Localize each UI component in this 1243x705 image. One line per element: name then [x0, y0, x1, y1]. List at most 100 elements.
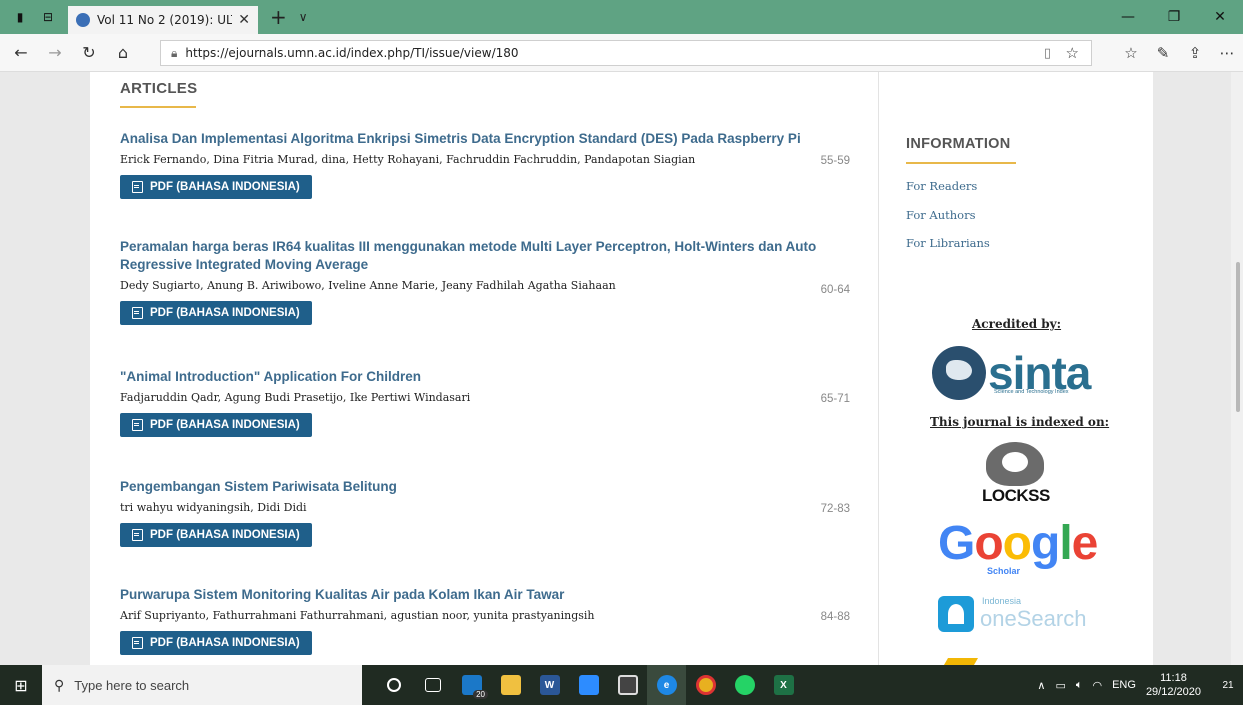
file-explorer-icon[interactable] — [491, 665, 530, 705]
back-icon[interactable]: ← — [8, 43, 34, 62]
article-title-link[interactable]: Peramalan harga beras IR64 kualitas III … — [120, 238, 850, 274]
browser-tab-strip: ▮ ⊟ Vol 11 No 2 (2019): ULT ✕ + ∨ — ❐ ✕ — [0, 0, 1243, 34]
taskbar-clock[interactable]: 11:18 29/12/2020 — [1146, 671, 1201, 699]
chrome-app-icon[interactable] — [686, 665, 725, 705]
close-window-icon[interactable]: ✕ — [1197, 0, 1243, 34]
link-for-librarians[interactable]: For Librarians — [906, 236, 990, 250]
mail-app-icon[interactable]: 20 — [452, 665, 491, 705]
refresh-icon[interactable]: ↻ — [76, 43, 102, 62]
battery-icon[interactable]: ▭ — [1055, 679, 1065, 692]
pdf-file-icon — [132, 307, 143, 319]
window-controls: — ❐ ✕ — [1105, 0, 1243, 34]
heading-underline — [120, 106, 196, 108]
article-authors: Fadjaruddin Qadr, Agung Budi Prasetijo, … — [120, 391, 471, 404]
pdf-download-button[interactable]: PDF (BAHASA INDONESIA) — [120, 413, 312, 437]
pdf-file-icon — [132, 419, 143, 431]
sinta-logo[interactable]: sinta Science and Technology Index — [932, 342, 1098, 404]
notification-center-icon[interactable]: 21 — [1213, 665, 1243, 705]
new-tab-icon[interactable]: + — [270, 5, 287, 29]
clock-date: 29/12/2020 — [1145, 686, 1201, 698]
address-bar[interactable]: 🔒︎ https://ejournals.umn.ac.id/index.php… — [160, 40, 1092, 66]
tab-title: Vol 11 No 2 (2019): ULT — [97, 13, 233, 27]
article-title-link[interactable]: "Animal Introduction" Application For Ch… — [120, 368, 850, 386]
mail-badge: 20 — [473, 690, 488, 699]
lockss-wordmark: LOCKSS — [982, 486, 1050, 505]
favorites-list-icon[interactable]: ☆ — [1115, 44, 1147, 62]
pdf-button-label: PDF (BAHASA INDONESIA) — [150, 181, 300, 193]
language-indicator[interactable]: ENG — [1112, 679, 1136, 691]
google-scholar-logo[interactable]: Google — [938, 518, 1098, 570]
pdf-button-label: PDF (BAHASA INDONESIA) — [150, 307, 300, 319]
indonesia-onesearch-logo[interactable]: Indonesia oneSearch — [938, 592, 1098, 642]
indexed-label: This journal is indexed on: — [930, 415, 1110, 429]
excel-app-icon[interactable]: X — [764, 665, 803, 705]
lockss-logo[interactable]: LOCKSS — [982, 442, 1050, 508]
site-favicon-icon — [76, 13, 90, 27]
word-app-icon[interactable]: W — [530, 665, 569, 705]
edge-browser-icon[interactable]: e — [647, 665, 686, 705]
information-heading: INFORMATION — [906, 136, 1011, 152]
page-viewport: ARTICLES Analisa Dan Implementasi Algori… — [0, 72, 1243, 665]
clock-time: 11:18 — [1160, 672, 1187, 684]
zoom-app-icon[interactable] — [569, 665, 608, 705]
cortana-icon[interactable] — [374, 665, 413, 705]
forward-icon[interactable]: → — [42, 43, 68, 62]
minimize-icon[interactable]: — — [1105, 0, 1151, 34]
link-for-readers[interactable]: For Readers — [906, 179, 977, 193]
close-tab-icon[interactable]: ✕ — [238, 12, 250, 28]
task-view-icon[interactable] — [413, 665, 452, 705]
next-logo-partial — [943, 658, 979, 665]
article-pages: 84-88 — [820, 611, 850, 623]
windows-start-icon[interactable]: ⊞ — [0, 665, 42, 705]
article-title-link[interactable]: Analisa Dan Implementasi Algoritma Enkri… — [120, 130, 850, 148]
pdf-button-label: PDF (BAHASA INDONESIA) — [150, 637, 300, 649]
tab-actions-icon[interactable]: ▮ — [12, 9, 28, 25]
onesearch-wordmark: oneSearch — [980, 606, 1087, 631]
search-placeholder: Type here to search — [74, 677, 190, 693]
taskbar-search-box[interactable]: ⚲ Type here to search — [42, 665, 362, 705]
volume-icon[interactable]: 🔈︎ — [1076, 679, 1083, 692]
page-content: ARTICLES Analisa Dan Implementasi Algori… — [90, 72, 1153, 665]
article-pages: 72-83 — [820, 503, 850, 515]
chevron-up-icon[interactable]: ∧ — [1037, 679, 1045, 692]
restore-icon[interactable]: ❐ — [1151, 0, 1197, 34]
pen-notes-icon[interactable]: ✎ — [1147, 44, 1179, 62]
pdf-button-label: PDF (BAHASA INDONESIA) — [150, 529, 300, 541]
link-for-authors[interactable]: For Authors — [906, 208, 976, 222]
reading-view-icon[interactable]: ▯ — [1044, 46, 1051, 61]
browser-tab-active[interactable]: Vol 11 No 2 (2019): ULT ✕ — [68, 6, 258, 34]
article-title-link[interactable]: Pengembangan Sistem Pariwisata Belitung — [120, 478, 850, 496]
chevron-down-icon[interactable]: ∨ — [299, 10, 308, 24]
page-scrollbar[interactable] — [1231, 72, 1243, 665]
system-tray: ∧ ▭ 🔈︎ ◠ ENG 11:18 29/12/2020 21 — [1037, 665, 1243, 705]
scrollbar-thumb[interactable] — [1236, 262, 1240, 412]
store-app-icon[interactable] — [608, 665, 647, 705]
home-icon[interactable]: ⌂ — [110, 43, 136, 62]
pdf-file-icon — [132, 637, 143, 649]
article-pages: 65-71 — [820, 393, 850, 405]
search-icon: ⚲ — [54, 676, 65, 693]
windows-taskbar: ⊞ ⚲ Type here to search 20 W e X ∧ ▭ 🔈︎ … — [0, 665, 1243, 705]
article-pages: 60-64 — [820, 284, 850, 296]
lock-icon: 🔒︎ — [171, 45, 178, 60]
pdf-download-button[interactable]: PDF (BAHASA INDONESIA) — [120, 175, 312, 199]
browser-tools: ☆ ✎ ⇪ ⋯ — [1115, 34, 1243, 72]
favorite-star-icon[interactable]: ☆ — [1066, 44, 1079, 62]
taskbar-apps: 20 W e X — [374, 665, 803, 705]
wifi-icon[interactable]: ◠ — [1092, 679, 1102, 692]
article-item: Purwarupa Sistem Monitoring Kualitas Air… — [120, 586, 850, 655]
pdf-download-button[interactable]: PDF (BAHASA INDONESIA) — [120, 301, 312, 325]
heading-underline — [906, 162, 1016, 164]
pdf-download-button[interactable]: PDF (BAHASA INDONESIA) — [120, 631, 312, 655]
acredited-label: Acredited by: — [972, 317, 1062, 331]
article-title-link[interactable]: Purwarupa Sistem Monitoring Kualitas Air… — [120, 586, 850, 604]
article-item: "Animal Introduction" Application For Ch… — [120, 368, 850, 437]
whatsapp-app-icon[interactable] — [725, 665, 764, 705]
more-options-icon[interactable]: ⋯ — [1211, 44, 1243, 62]
pdf-download-button[interactable]: PDF (BAHASA INDONESIA) — [120, 523, 312, 547]
pdf-button-label: PDF (BAHASA INDONESIA) — [150, 419, 300, 431]
share-icon[interactable]: ⇪ — [1179, 44, 1211, 62]
onesearch-country: Indonesia — [982, 596, 1022, 606]
sidebar-divider — [878, 72, 879, 665]
tab-preview-icon[interactable]: ⊟ — [40, 9, 56, 25]
